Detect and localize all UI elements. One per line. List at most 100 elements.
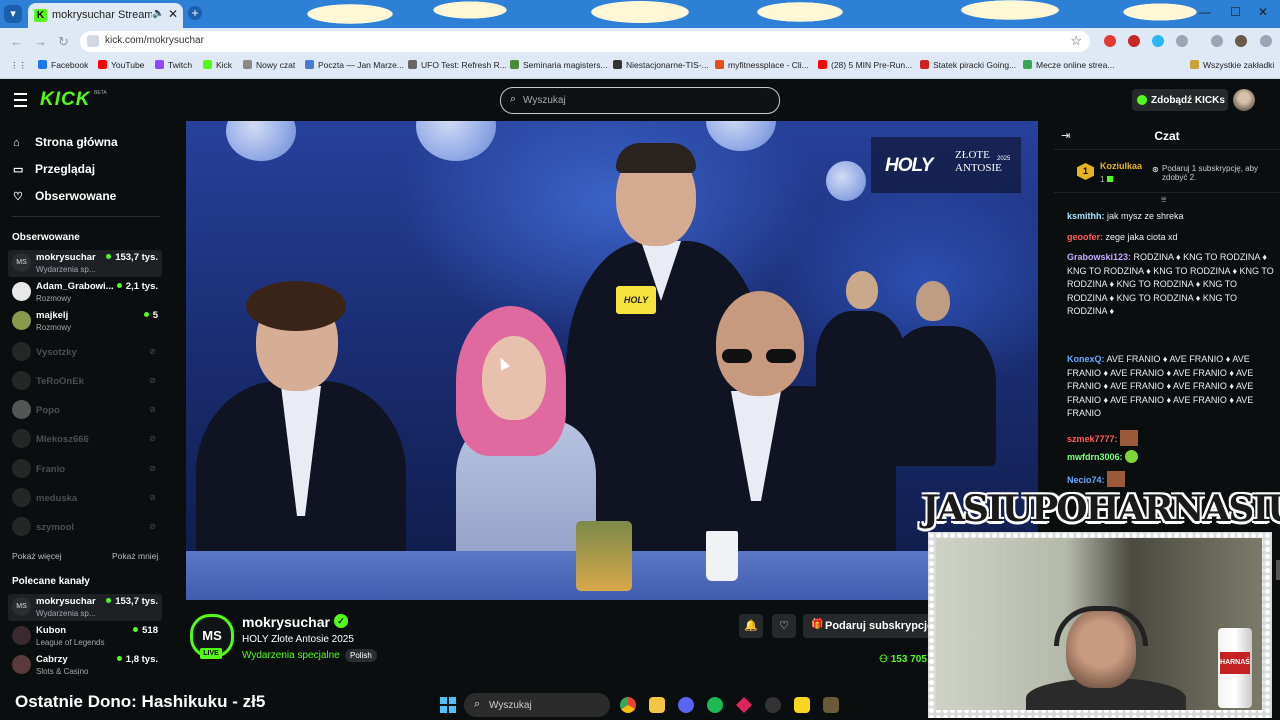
bookmark-mecze-online[interactable]: Mecze online strea... — [1023, 60, 1114, 70]
windows-start-icon[interactable] — [440, 697, 456, 713]
nav-browse[interactable]: ▭ Przeglądaj — [13, 162, 95, 176]
followed-channel-meduska[interactable]: meduska ⊘ — [8, 485, 162, 512]
channel-name: Cabrzy — [36, 654, 68, 665]
followed-channel-franio[interactable]: Franio ⊘ — [8, 456, 162, 483]
bookmark-star-icon[interactable]: ☆ — [1070, 33, 1082, 49]
chat-username[interactable]: ksmithh: — [1067, 211, 1105, 221]
bookmark-myfitnessplace[interactable]: myfitnessplace - Cli... — [715, 60, 809, 70]
followed-channel-popo[interactable]: Popo ⊘ — [8, 397, 162, 424]
search-input[interactable]: ⌕ Wyszukaj — [500, 87, 780, 114]
recommended-channel-cabrzy[interactable]: Cabrzy Slots & Casino 1,8 tys. — [8, 652, 162, 679]
collapse-chat-icon[interactable]: ⇥ — [1061, 129, 1070, 142]
followed-channel-mlekosz[interactable]: Mlekosz666 ⊘ — [8, 426, 162, 453]
maximize-icon[interactable]: ☐ — [1230, 5, 1241, 19]
nav-following[interactable]: ♡ Obserwowane — [13, 189, 116, 203]
speaker-icon[interactable]: 🔈 — [152, 8, 164, 19]
active-tab[interactable]: K mokrysuchar Stream - Watch 🔈 ✕ — [28, 3, 183, 28]
chat-username[interactable]: szmek7777: — [1067, 434, 1118, 444]
chat-filter-icon[interactable]: ⩸ — [1161, 194, 1166, 205]
user-avatar[interactable] — [1233, 89, 1255, 111]
show-more-link[interactable]: Pokaż więcej — [12, 551, 62, 561]
language-tag[interactable]: Polish — [345, 649, 377, 662]
site-info-icon[interactable] — [87, 35, 99, 47]
reading-list-icon[interactable] — [1211, 35, 1223, 47]
chat-message: Grabowski123: RODZINA ♦ KNG TO RODZINA ♦… — [1067, 251, 1277, 319]
chat-username[interactable]: Necio74: — [1067, 475, 1105, 485]
close-window-icon[interactable]: ✕ — [1258, 5, 1268, 19]
spotify-icon[interactable] — [707, 697, 723, 713]
kick-logo[interactable]: KICK — [40, 89, 90, 111]
minimize-icon[interactable]: — — [1199, 5, 1211, 19]
url-field[interactable]: kick.com/mokrysuchar ☆ — [80, 31, 1090, 52]
app-icon[interactable] — [823, 697, 839, 713]
get-kicks-button[interactable]: Zdobądź KICKs — [1132, 89, 1228, 111]
bookmark-pre-run[interactable]: (28) 5 MIN Pre-Run... — [818, 60, 912, 70]
bookmark-kick[interactable]: Kick — [203, 60, 232, 70]
taskbar-search[interactable]: ⌕ Wyszukaj — [464, 693, 610, 717]
chat-username[interactable]: Grabowski123: — [1067, 252, 1131, 262]
extensions-puzzle-icon[interactable] — [1176, 35, 1188, 47]
obs-icon[interactable] — [765, 697, 781, 713]
chrome-icon[interactable] — [620, 697, 636, 713]
bookmark-youtube[interactable]: YouTube — [98, 60, 144, 70]
back-icon[interactable]: ← — [10, 34, 23, 49]
follow-heart-button[interactable]: ♡ — [772, 614, 796, 638]
chat-message: ksmithh: jak mysz ze shreka — [1067, 210, 1277, 224]
bookmark-niestacjonarne[interactable]: Niestacjonarne-TIS-... — [613, 60, 709, 70]
bookmark-poczta[interactable]: Poczta — Jan Marze... — [305, 60, 404, 70]
gift-prompt[interactable]: Podaruj 1 subskrypcję, aby zdobyć 2. — [1162, 164, 1274, 182]
show-less-link[interactable]: Pokaż mniej — [112, 551, 158, 561]
file-explorer-icon[interactable] — [649, 697, 665, 713]
all-bookmarks-folder[interactable]: Wszystkie zakładki — [1190, 60, 1274, 70]
candy-jar — [576, 521, 632, 591]
bookmark-facebook[interactable]: Facebook — [38, 60, 88, 70]
followed-channel-vysotzky[interactable]: Vysotzky ⊘ — [8, 339, 162, 366]
offline-icon: ⊘ — [149, 434, 156, 443]
bookmark-nowy-czat[interactable]: Nowy czat — [243, 60, 295, 70]
notes-icon[interactable] — [794, 697, 810, 713]
streamer-name[interactable]: mokrysuchar — [242, 614, 330, 630]
apps-grid-icon[interactable]: ⋮⋮ — [10, 60, 27, 71]
tab-search-button[interactable]: ▾ — [4, 5, 22, 23]
new-tab-button[interactable]: + — [188, 6, 202, 20]
bookmark-statek-piracki[interactable]: Statek piracki Going... — [920, 60, 1016, 70]
avatar: MS — [12, 253, 31, 272]
gift-icon: ⊛ — [1152, 165, 1159, 174]
notifications-bell-button[interactable]: 🔔 — [739, 614, 763, 638]
opera-extension-icon[interactable] — [1128, 35, 1140, 47]
chat-username[interactable]: KonexQ: — [1067, 354, 1105, 364]
viewer-count: 153,7 tys. — [106, 596, 158, 607]
sub-badge-icon — [1106, 176, 1113, 182]
url-text: kick.com/mokrysuchar — [105, 35, 204, 46]
close-tab-icon[interactable]: ✕ — [168, 7, 178, 21]
followed-channel-adam[interactable]: Adam_Grabowi... Rozmowy 2,1 tys. — [8, 279, 162, 306]
hamburger-menu-icon[interactable] — [14, 93, 27, 107]
followed-channel-teroonek[interactable]: TeRoOnEk ⊘ — [8, 368, 162, 395]
bookmark-ufo-test[interactable]: UFO Test: Refresh R... — [408, 60, 507, 70]
menu-dots-icon[interactable] — [1260, 35, 1272, 47]
followed-channel-szymool[interactable]: szymool ⊘ — [8, 514, 162, 541]
video-player[interactable]: HOLY HOLY ZŁOTE ANTOSIE 2025 — [186, 121, 1038, 600]
adblock-extension-icon[interactable] — [1104, 35, 1116, 47]
app-icon[interactable] — [736, 697, 752, 713]
event-title: ZŁOTE ANTOSIE — [955, 149, 1002, 175]
recommended-channel-kubon[interactable]: Kubon League of Legends 518 — [8, 623, 162, 650]
forward-icon[interactable]: → — [34, 34, 47, 49]
recommended-channel-mokrysuchar[interactable]: MS mokrysuchar Wydarzenia sp... 153,7 ty… — [8, 594, 162, 621]
reload-icon[interactable]: ↻ — [58, 34, 69, 50]
chat-username[interactable]: mwfdrn3006: — [1067, 452, 1123, 462]
stream-category[interactable]: Wydarzenia specjalne — [242, 650, 340, 661]
followed-channel-mokrysuchar[interactable]: MS mokrysuchar Wydarzenia sp... 153,7 ty… — [8, 250, 162, 277]
stream-info: MS LIVE mokrysuchar ✓ HOLY Złote Antosie… — [186, 600, 946, 690]
channel-name: Vysotzky — [36, 347, 77, 358]
bookmark-twitch[interactable]: Twitch — [155, 60, 192, 70]
discord-icon[interactable] — [678, 697, 694, 713]
nav-home[interactable]: ⌂ Strona główna — [13, 135, 118, 149]
bookmark-seminaria[interactable]: Seminaria magisters... — [510, 60, 608, 70]
chat-username[interactable]: geoofer: — [1067, 232, 1103, 242]
followed-channel-majkelj[interactable]: majkelj Rozmowy 5 — [8, 308, 162, 335]
profile-icon[interactable] — [1235, 35, 1247, 47]
gift-icon: 🎁 — [811, 619, 824, 630]
extension-icon[interactable] — [1152, 35, 1164, 47]
gifter-name[interactable]: Koziulkaa — [1100, 161, 1142, 171]
